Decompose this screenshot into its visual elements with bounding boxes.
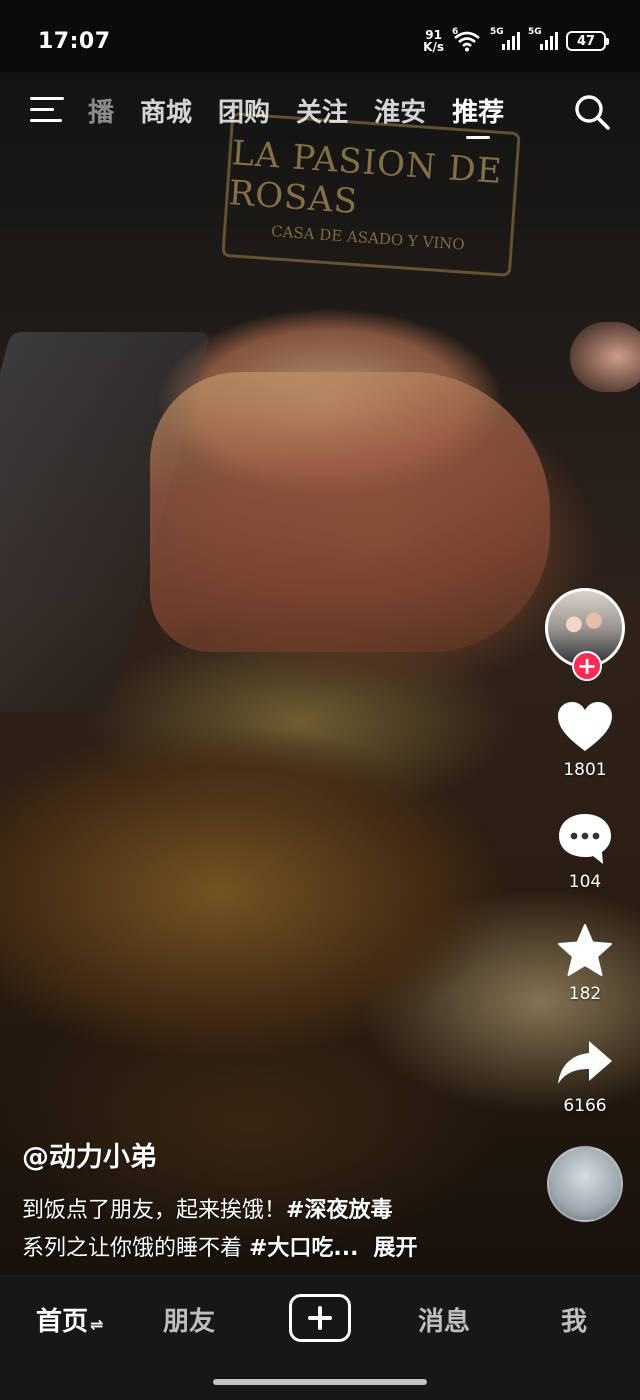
battery-level: 47 — [576, 33, 596, 49]
comment-count: 104 — [568, 872, 602, 892]
favorite-button[interactable]: 182 — [554, 920, 616, 1004]
author-avatar[interactable]: + — [545, 588, 625, 681]
favorite-count: 182 — [568, 984, 602, 1004]
expand-link[interactable]: 展开 — [374, 1236, 418, 1261]
sign-title: LA PASION DE ROSAS — [227, 132, 504, 222]
network-speed-unit: K/s — [423, 40, 444, 54]
tab-local[interactable]: 淮安 — [374, 92, 426, 129]
signal-icon-sim1: 5G — [490, 27, 520, 52]
hand — [570, 322, 640, 392]
like-button[interactable]: 1801 — [554, 696, 616, 780]
video-caption: @动力小弟 到饭点了朋友，起来挨饿！#深夜放毒 系列之让你饿的睡不着 #大口吃.… — [22, 1135, 502, 1268]
hashtag-link[interactable]: #大口吃... — [249, 1236, 359, 1261]
follow-button[interactable]: + — [572, 651, 602, 681]
feed-tabs: 播 商城 团购 关注 淮安 推荐 — [88, 92, 504, 139]
share-count: 6166 — [563, 1096, 607, 1116]
description-text: 到饭点了朋友，起来挨饿！ — [22, 1198, 287, 1223]
star-icon — [554, 920, 616, 982]
comment-button[interactable]: 104 — [554, 808, 616, 892]
network-speed: 91 K/s — [423, 29, 444, 53]
switch-icon: ⇌ — [90, 1315, 104, 1334]
status-bar: 17:07 91 K/s 6 5G 5G 47 — [0, 0, 640, 72]
like-count: 1801 — [563, 760, 607, 780]
tab-following[interactable]: 关注 — [296, 92, 348, 129]
search-icon[interactable] — [572, 92, 612, 132]
meat-slice — [150, 372, 550, 652]
nav-messages[interactable]: 消息 — [418, 1301, 470, 1338]
status-time: 17:07 — [38, 29, 111, 54]
menu-icon[interactable] — [30, 97, 66, 125]
wifi-icon: 6 — [452, 27, 482, 52]
video-description: 到饭点了朋友，起来挨饿！#深夜放毒 系列之让你饿的睡不着 #大口吃... 展开 — [22, 1192, 502, 1268]
tab-group-buy[interactable]: 团购 — [218, 92, 270, 129]
tab-live[interactable]: 播 — [88, 92, 114, 129]
action-rail: + 1801 104 182 6166 — [530, 588, 640, 1222]
create-button[interactable] — [289, 1294, 351, 1342]
comment-icon — [554, 808, 616, 870]
heart-icon — [554, 696, 616, 758]
share-arrow-icon — [554, 1032, 616, 1094]
share-button[interactable]: 6166 — [554, 1032, 616, 1116]
bottom-nav: 首页 ⇌ 朋友 消息 我 — [0, 1275, 640, 1400]
home-indicator[interactable] — [213, 1379, 427, 1385]
nav-home[interactable]: 首页 ⇌ — [36, 1301, 103, 1338]
author-name[interactable]: @动力小弟 — [22, 1135, 502, 1174]
music-disc-icon[interactable] — [547, 1146, 623, 1222]
nav-home-label: 首页 — [36, 1307, 89, 1337]
nav-friends[interactable]: 朋友 — [163, 1301, 215, 1338]
description-text-line2: 系列之让你饿的睡不着 — [22, 1236, 249, 1261]
signal-icon-sim2: 5G — [528, 27, 558, 52]
tab-mall[interactable]: 商城 — [140, 92, 192, 129]
tab-recommended[interactable]: 推荐 — [452, 92, 504, 139]
top-nav: 播 商城 团购 关注 淮安 推荐 — [0, 82, 640, 142]
plus-icon — [308, 1306, 332, 1330]
status-icons: 91 K/s 6 5G 5G 47 — [423, 26, 609, 56]
battery-icon: 47 — [566, 31, 609, 51]
nav-me[interactable]: 我 — [561, 1301, 587, 1338]
hashtag-link[interactable]: #深夜放毒 — [286, 1198, 392, 1223]
